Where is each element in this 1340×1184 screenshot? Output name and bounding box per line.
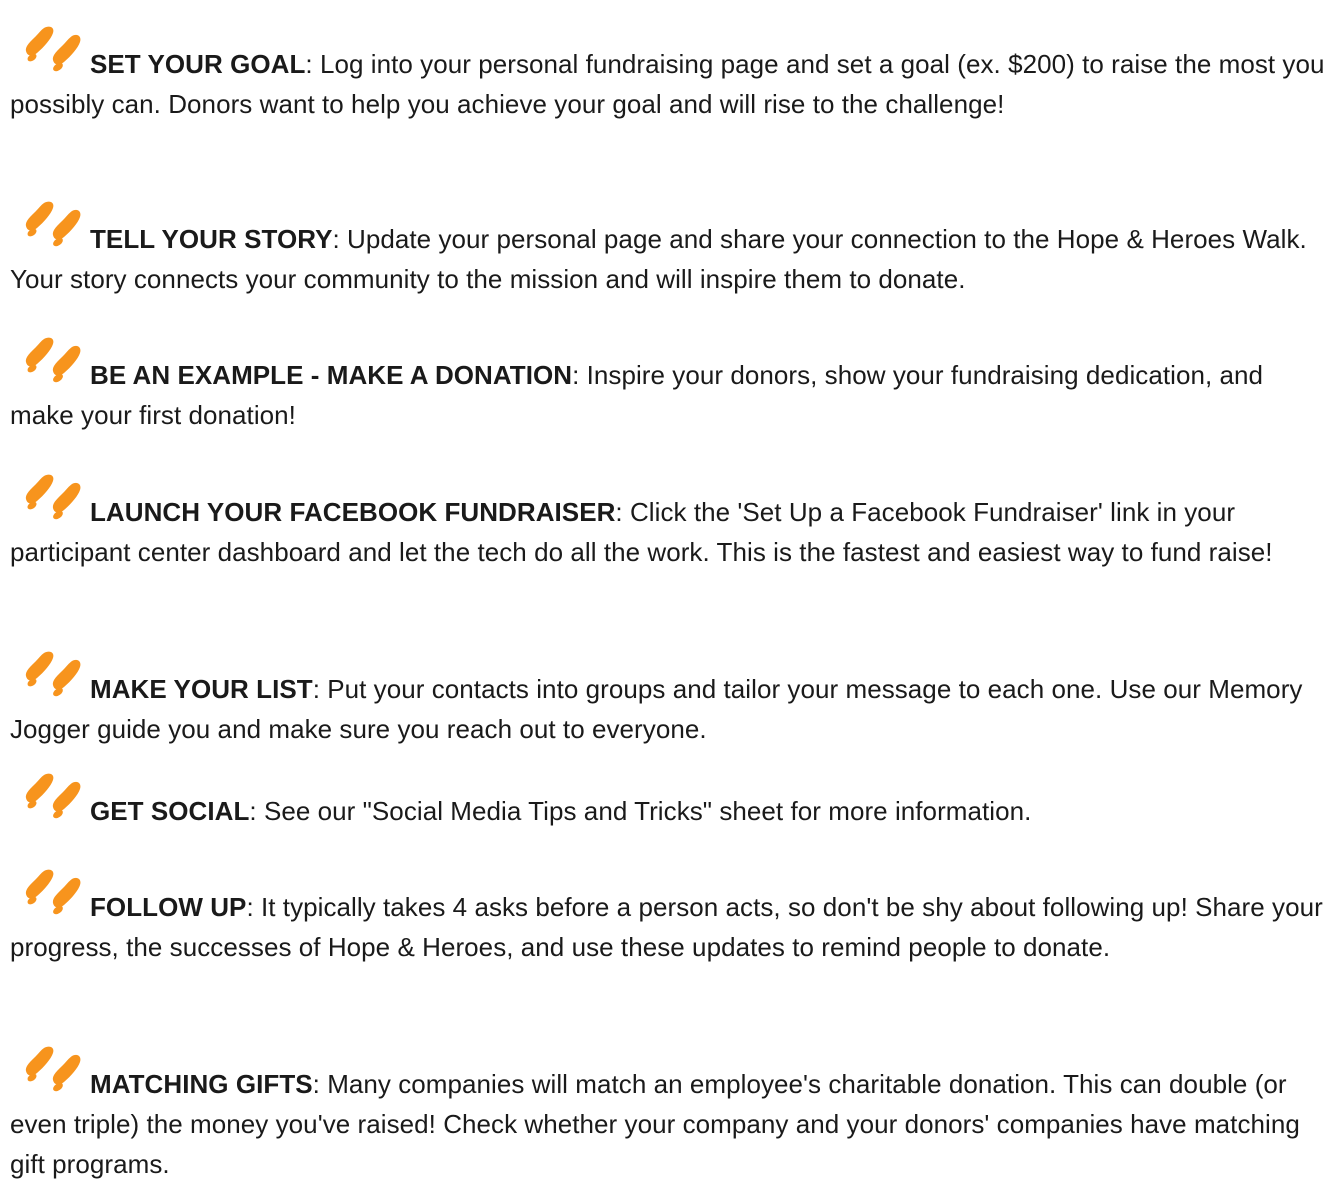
footprints-icon [22,789,86,823]
tip-heading: MATCHING GIFTS [90,1069,313,1099]
tip-make-your-list: MAKE YOUR LIST: Put your contacts into g… [10,667,1332,749]
tip-heading: LAUNCH YOUR FACEBOOK FUNDRAISER [90,497,616,527]
tip-body: : See our "Social Media Tips and Tricks"… [249,796,1032,826]
tip-heading: BE AN EXAMPLE - MAKE A DONATION [90,360,573,390]
tip-heading: SET YOUR GOAL [90,49,306,79]
tip-heading: MAKE YOUR LIST [90,674,313,704]
footprints-icon [22,885,86,919]
tip-get-social: GET SOCIAL: See our "Social Media Tips a… [10,789,1332,831]
footprints-icon [22,217,86,251]
footprints-icon [22,42,86,76]
tip-launch-facebook-fundraiser: LAUNCH YOUR FACEBOOK FUNDRAISER: Click t… [10,490,1332,572]
footprints-icon [22,667,86,701]
tip-follow-up: FOLLOW UP: It typically takes 4 asks bef… [10,885,1332,967]
tip-set-your-goal: SET YOUR GOAL: Log into your personal fu… [10,42,1332,124]
tip-matching-gifts: MATCHING GIFTS: Many companies will matc… [10,1062,1332,1184]
tip-heading: GET SOCIAL [90,796,250,826]
footprints-icon [22,490,86,524]
tip-be-an-example: BE AN EXAMPLE - MAKE A DONATION: Inspire… [10,353,1332,435]
tip-tell-your-story: TELL YOUR STORY: Update your personal pa… [10,217,1332,299]
footprints-icon [22,1062,86,1096]
tip-heading: FOLLOW UP [90,892,247,922]
tip-heading: TELL YOUR STORY [90,224,333,254]
footprints-icon [22,353,86,387]
fundraising-tips-document: SET YOUR GOAL: Log into your personal fu… [0,0,1340,1179]
